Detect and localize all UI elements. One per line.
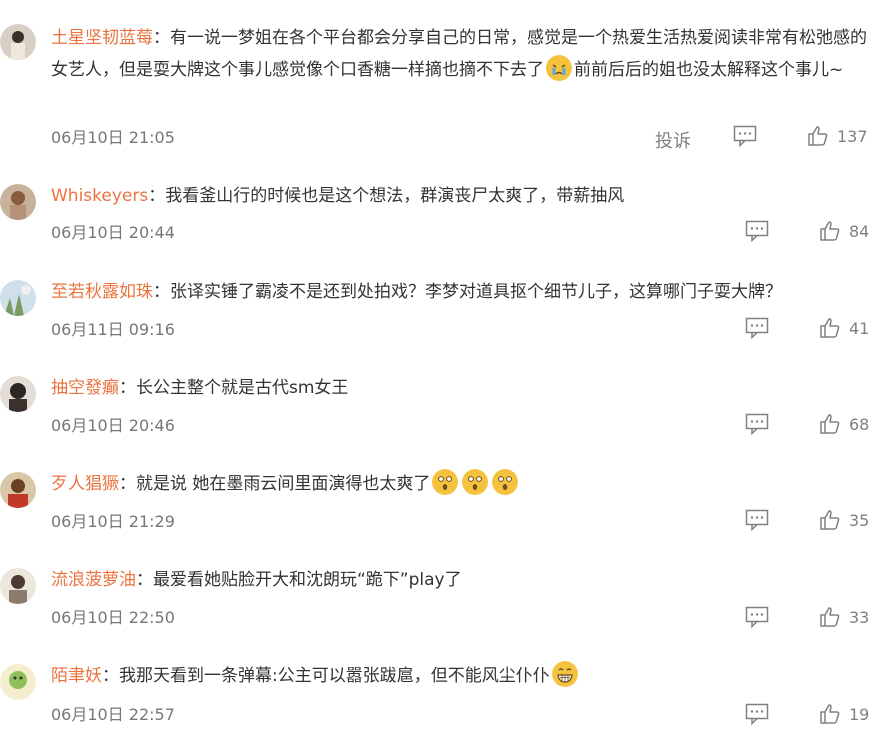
- comment-time: 06月11日 09:16: [51, 320, 175, 339]
- comment-username[interactable]: 抽空發癲: [51, 378, 119, 398]
- avatar[interactable]: [0, 472, 36, 508]
- comment-text: 最爱看她贴脸开大和沈朗玩“跪下”play了: [153, 570, 462, 590]
- like-icon[interactable]: [819, 317, 841, 343]
- comment-time: 06月10日 20:46: [51, 416, 175, 435]
- comment-text: 张译实锤了霸凌不是还到处拍戏？李梦对道具抠个细节儿子，这算哪门子耍大牌？: [170, 282, 782, 302]
- like-count: 84: [849, 222, 870, 241]
- grinning-emoji-icon: [551, 661, 578, 687]
- avatar[interactable]: [0, 184, 36, 220]
- comment-time: 06月10日 22:57: [51, 705, 175, 724]
- crying-emoji-icon: [546, 55, 572, 81]
- reply-icon[interactable]: [745, 220, 769, 246]
- like-icon[interactable]: [819, 220, 841, 246]
- comment-username[interactable]: 土星坚韧蓝莓: [51, 28, 153, 48]
- comment-text-tail: 前前后后的姐也没太解释这个事儿~: [574, 60, 844, 80]
- shocked-emoji-icon: [492, 469, 519, 495]
- like-icon[interactable]: [819, 509, 841, 535]
- report-button[interactable]: 投诉: [655, 127, 691, 153]
- reply-icon[interactable]: [745, 317, 769, 343]
- shocked-emoji-icon: [462, 469, 489, 495]
- comment-text: 我那天看到一条弹幕:公主可以嚣张跋扈，但不能风尘仆仆: [119, 666, 550, 686]
- avatar[interactable]: [0, 280, 36, 316]
- like-icon[interactable]: [819, 606, 841, 632]
- avatar[interactable]: [0, 664, 36, 700]
- comment-time: 06月10日 22:50: [51, 608, 175, 627]
- reply-icon[interactable]: [745, 413, 769, 439]
- like-count: 33: [849, 608, 870, 627]
- avatar[interactable]: [0, 24, 36, 60]
- comment-username[interactable]: 陌聿妖: [51, 666, 102, 686]
- comment-text: 长公主整个就是古代sm女王: [136, 378, 349, 398]
- like-icon[interactable]: [819, 703, 841, 729]
- comment-username[interactable]: Whiskeyers: [51, 186, 148, 206]
- comment-text: 我看釜山行的时候也是这个想法，群演丧尸太爽了，带薪抽风: [165, 186, 625, 206]
- comment-text: 就是说 她在墨雨云间里面演得也太爽了: [136, 474, 431, 494]
- like-icon[interactable]: [819, 413, 841, 439]
- avatar[interactable]: [0, 568, 36, 604]
- comment-username[interactable]: 流浪菠萝油: [51, 570, 136, 590]
- reply-icon[interactable]: [733, 125, 757, 151]
- like-count: 19: [849, 705, 870, 724]
- shocked-emoji-icon: [432, 469, 459, 495]
- comment-username[interactable]: 至若秋露如珠: [51, 282, 153, 302]
- reply-icon[interactable]: [745, 703, 769, 729]
- like-count: 41: [849, 319, 870, 338]
- comment-time: 06月10日 21:29: [51, 512, 175, 531]
- reply-icon[interactable]: [745, 509, 769, 535]
- reply-icon[interactable]: [745, 606, 769, 632]
- like-count: 68: [849, 415, 870, 434]
- like-count: 35: [849, 511, 870, 530]
- comment-time: 06月10日 20:44: [51, 223, 175, 242]
- like-icon[interactable]: [807, 125, 829, 151]
- comment-time: 06月10日 21:05: [51, 128, 175, 147]
- comment-username[interactable]: 歹人猖獗: [51, 474, 119, 494]
- like-count: 137: [837, 127, 868, 146]
- avatar[interactable]: [0, 376, 36, 412]
